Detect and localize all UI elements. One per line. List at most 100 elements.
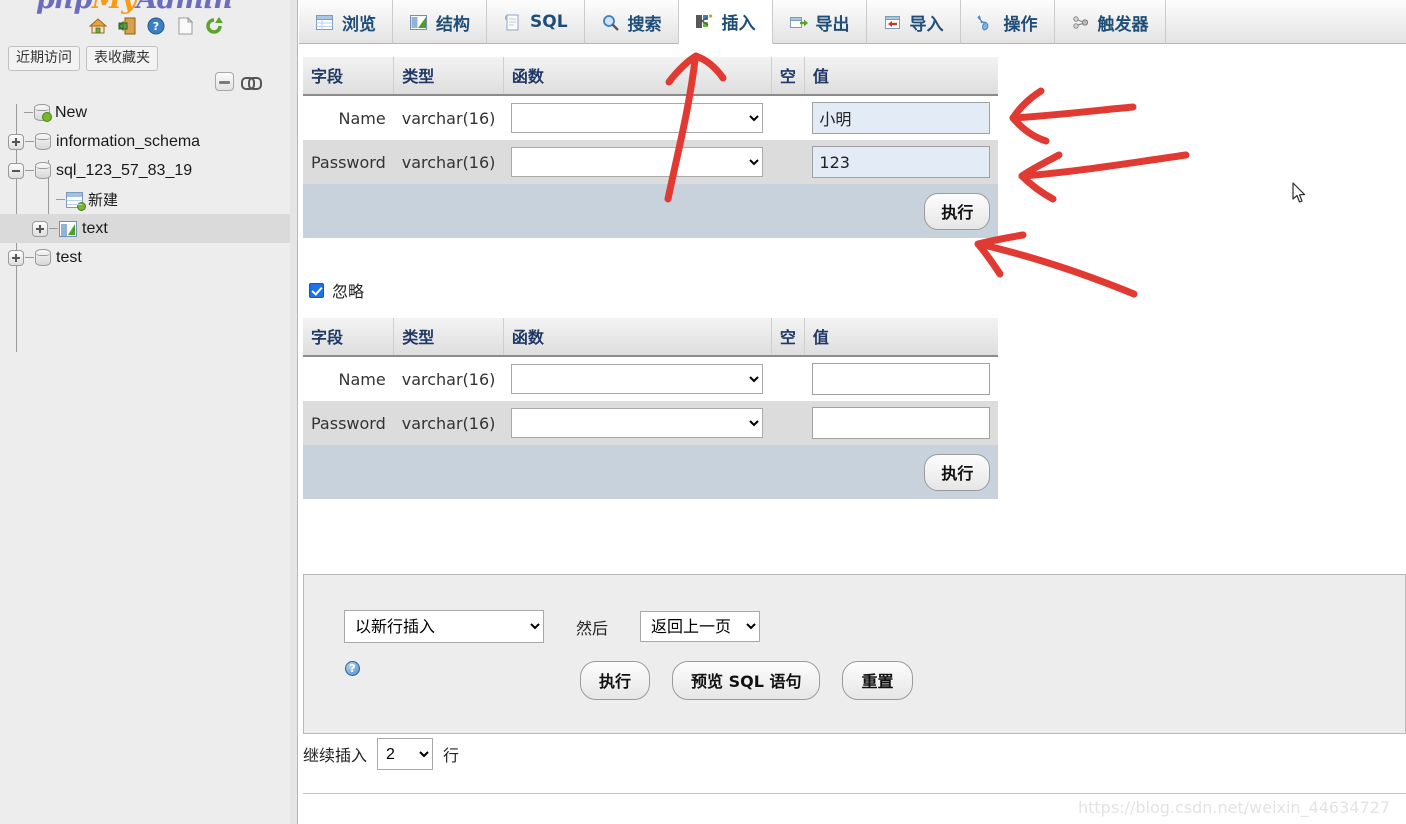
expand-icon[interactable] [32,220,48,237]
tab-browse[interactable]: 浏览 [299,0,393,44]
database-icon [35,162,51,179]
field-name: Name [303,356,394,401]
function-select[interactable] [511,364,764,394]
database-icon [35,249,51,266]
header-null: 空 [771,318,805,357]
help-icon[interactable]: ? [345,661,360,676]
mouse-pointer [1292,182,1306,203]
function-select[interactable] [511,103,764,133]
preview-sql-button[interactable]: 预览 SQL 语句 [672,661,821,700]
collapse-all-button[interactable] [215,72,234,91]
quick-links: 近期访问 表收藏夹 [8,46,158,71]
tab-bar-filler [1166,0,1406,44]
function-cell [503,95,772,140]
tree-item-label: sql_123_57_83_19 [56,161,193,179]
value-input-name[interactable] [812,102,991,134]
function-select[interactable] [511,408,764,438]
browse-icon [315,13,334,32]
tree-item-new-database[interactable]: New [0,98,290,127]
insert-mode-select[interactable]: 以新行插入 [344,610,544,643]
field-name: Password [303,140,394,184]
insert-form-set-2: 字段 类型 函数 空 值 Name varchar(16) Password v… [303,318,999,499]
logo-php: php [36,0,92,15]
insert-options-row: 以新行插入 然后 返回上一页 [344,610,761,643]
insert-options-panel: 以新行插入 然后 返回上一页 ? 执行 预览 SQL 语句 重置 [303,574,1406,734]
table-header-row: 字段 类型 函数 空 值 [303,57,999,96]
tree-item-label: test [56,248,82,266]
sidebar: phpMyAdmin [0,0,298,824]
header-type: 类型 [393,57,504,96]
value-input-name[interactable] [812,363,991,395]
tab-sql[interactable]: SQL [487,0,585,44]
expand-icon[interactable] [8,133,24,150]
after-insert-select[interactable]: 返回上一页 [640,611,761,642]
null-cell [771,95,805,140]
continue-insert-count-select[interactable]: 2 [377,738,434,770]
function-select[interactable] [511,147,764,177]
link-with-main-panel-icon[interactable] [241,76,262,90]
value-input-password[interactable] [812,146,991,178]
home-icon[interactable] [88,16,108,36]
tree-item-test[interactable]: test [0,243,290,272]
then-label: 然后 [576,618,609,638]
tab-search[interactable]: 搜索 [585,0,679,44]
function-cell [503,401,772,445]
tab-label: 结构 [436,14,470,35]
value-cell [804,356,999,401]
tree-item-text-table[interactable]: text [0,214,290,243]
value-input-password[interactable] [812,407,991,439]
value-cell [804,140,999,184]
field-type: varchar(16) [393,356,504,401]
triggers-icon [1071,13,1090,32]
docs-icon[interactable] [175,16,195,36]
operations-icon [976,13,996,32]
tab-label: 导入 [909,14,944,35]
null-cell [771,356,805,401]
tab-triggers[interactable]: 触发器 [1055,0,1166,44]
tree-item-label: information_schema [56,132,201,150]
reset-button[interactable]: 重置 [842,661,913,700]
ignore-label: 忽略 [332,282,365,301]
tab-label: 触发器 [1097,14,1149,35]
ignore-checkbox-row[interactable]: 忽略 [309,278,364,302]
tree-item-label: 新建 [88,192,119,209]
continue-insert-row: 继续插入 2 行 [303,738,459,770]
tab-operations[interactable]: 操作 [961,0,1055,44]
logout-icon[interactable] [117,16,137,36]
tree-item-information-schema[interactable]: information_schema [0,127,290,156]
tab-export[interactable]: 导出 [773,0,867,44]
tree-item-sql-123-57-83-19[interactable]: sql_123_57_83_19 [0,156,290,185]
field-name: Password [303,401,394,445]
ignore-checkbox[interactable] [309,282,324,298]
function-cell [503,140,772,184]
sql-icon [503,13,522,32]
new-table-icon [66,191,86,211]
table-row: Password varchar(16) [303,140,999,184]
field-type: varchar(16) [393,140,504,184]
submit-row: 执行 [303,445,999,499]
null-cell [771,140,805,184]
tab-structure[interactable]: 结构 [393,0,487,44]
tab-import[interactable]: 导入 [867,0,961,44]
reload-icon[interactable] [204,16,224,36]
null-cell [771,401,805,445]
collapse-icon[interactable] [8,162,24,179]
header-field: 字段 [303,57,395,96]
go-button-set-2[interactable]: 执行 [924,453,991,491]
tab-insert[interactable]: 插入 [678,0,773,44]
recent-tables-button[interactable]: 近期访问 [8,46,80,71]
expand-icon[interactable] [8,249,24,266]
favorite-tables-button[interactable]: 表收藏夹 [86,46,158,71]
value-cell [804,95,999,140]
tab-label: 导出 [815,14,850,35]
help-icon[interactable]: ? [146,16,166,36]
continue-insert-suffix: 行 [443,746,460,765]
execute-button[interactable]: 执行 [580,661,651,700]
tree-tools [215,72,262,91]
database-tree: New information_schema sql_123_57_83_19 [0,98,290,352]
tree-item-new-table[interactable]: 新建 [0,185,290,214]
field-type: varchar(16) [393,401,504,445]
continue-insert-prefix: 继续插入 [303,746,368,765]
go-button-set-1[interactable]: 执行 [924,192,991,230]
database-icon [35,133,51,150]
